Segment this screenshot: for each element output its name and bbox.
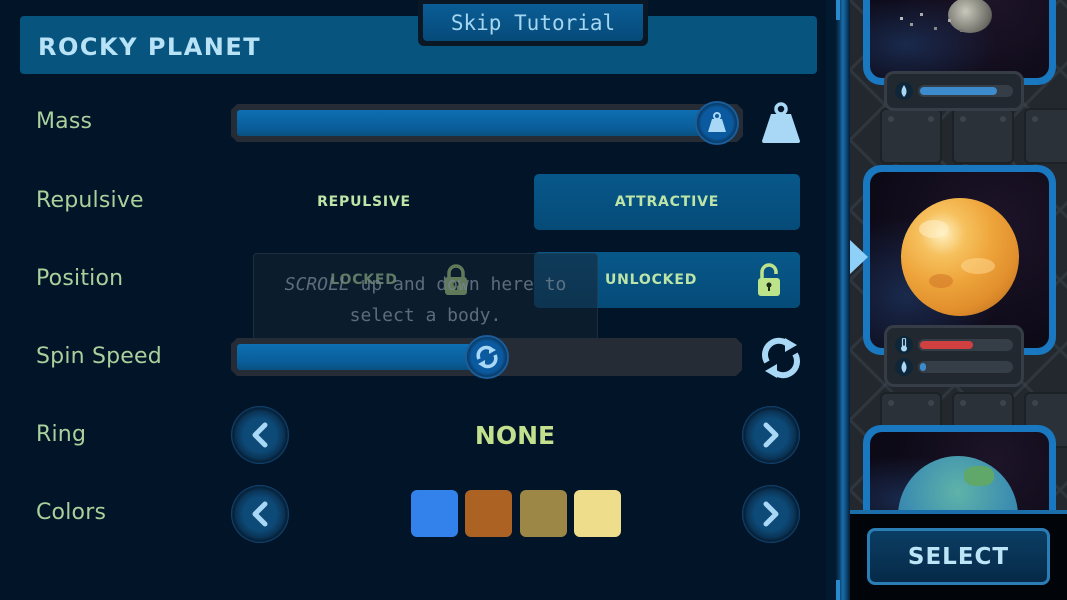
ring-previous-button[interactable] <box>231 406 289 464</box>
weight-icon <box>760 101 802 149</box>
skip-tutorial-label: Skip Tutorial <box>423 4 643 41</box>
color-swatch-2[interactable] <box>465 490 512 537</box>
ring-label: Ring <box>36 422 87 447</box>
body-card-earth-like-planet[interactable] <box>863 425 1056 510</box>
skip-tutorial-button[interactable]: Skip Tutorial <box>418 0 648 46</box>
debris <box>900 17 903 20</box>
attractive-option[interactable]: ATTRACTIVE <box>534 174 800 230</box>
earth-like-planet-preview <box>870 432 1049 510</box>
weight-icon <box>708 112 726 132</box>
water-bar-fill <box>920 87 997 95</box>
tooltip-line1: up and down here to <box>349 274 567 295</box>
unlocked-option-label: UNLOCKED <box>605 272 698 288</box>
chevron-left-icon <box>252 422 268 448</box>
water-bar <box>918 361 1013 373</box>
planet-editor-panel: ROCKY PLANET Mass Repulsive REPULSIVE AT… <box>0 0 850 600</box>
body-picker-list[interactable] <box>850 0 1067 510</box>
color-swatch-4[interactable] <box>574 490 621 537</box>
repulsive-option[interactable]: REPULSIVE <box>231 174 497 230</box>
mass-slider[interactable] <box>231 104 743 142</box>
panel-plate <box>1024 108 1067 164</box>
mass-label: Mass <box>36 109 93 134</box>
rocky-planet-image <box>901 198 1019 316</box>
stat-row <box>895 357 1013 377</box>
chevron-left-icon <box>252 501 268 527</box>
chevron-right-icon <box>763 422 779 448</box>
water-bar-fill <box>920 363 926 371</box>
repulsive-label: Repulsive <box>36 188 144 213</box>
page-title: ROCKY PLANET <box>38 33 262 61</box>
tooltip-emphasis: SCROLL <box>284 274 350 295</box>
mass-slider-knob[interactable] <box>695 101 739 145</box>
spin-icon <box>476 345 498 369</box>
colors-next-button[interactable] <box>742 485 800 543</box>
spin-speed-label: Spin Speed <box>36 344 162 369</box>
editor-panel-border <box>826 0 850 600</box>
panel-plate <box>880 108 942 164</box>
temperature-bar-fill <box>920 341 973 349</box>
asteroid-stats <box>884 71 1024 111</box>
temperature-bar <box>918 339 1013 351</box>
water-bar <box>918 85 1013 97</box>
color-swatch-1[interactable] <box>411 490 458 537</box>
stat-row <box>895 81 1013 101</box>
spin-icon <box>758 336 804 384</box>
water-drop-icon <box>895 358 913 376</box>
selected-body-indicator-icon <box>850 240 868 274</box>
mass-slider-fill <box>237 110 717 136</box>
colors-label: Colors <box>36 500 107 525</box>
asteroid-preview <box>870 0 1049 78</box>
lock-open-icon <box>758 263 780 296</box>
position-label: Position <box>36 266 124 291</box>
stat-row <box>895 335 1013 355</box>
tooltip-line2: select a body. <box>349 305 502 326</box>
earth-like-planet-image <box>898 456 1018 510</box>
ring-next-button[interactable] <box>742 406 800 464</box>
chevron-right-icon <box>763 501 779 527</box>
scroll-hint-tooltip: SCROLL up and down here to select a body… <box>253 253 598 341</box>
spin-speed-slider-knob[interactable] <box>465 335 509 379</box>
spin-speed-slider-fill <box>237 344 487 370</box>
rocky-planet-preview <box>870 172 1049 348</box>
ring-value: NONE <box>474 421 556 450</box>
thermometer-icon <box>895 336 913 354</box>
water-drop-icon <box>895 82 913 100</box>
rocky-planet-stats <box>884 325 1024 387</box>
asteroid-image <box>948 0 992 33</box>
color-swatch-3[interactable] <box>520 490 567 537</box>
select-button[interactable]: SELECT <box>867 528 1050 585</box>
panel-plate <box>952 108 1014 164</box>
colors-previous-button[interactable] <box>231 485 289 543</box>
